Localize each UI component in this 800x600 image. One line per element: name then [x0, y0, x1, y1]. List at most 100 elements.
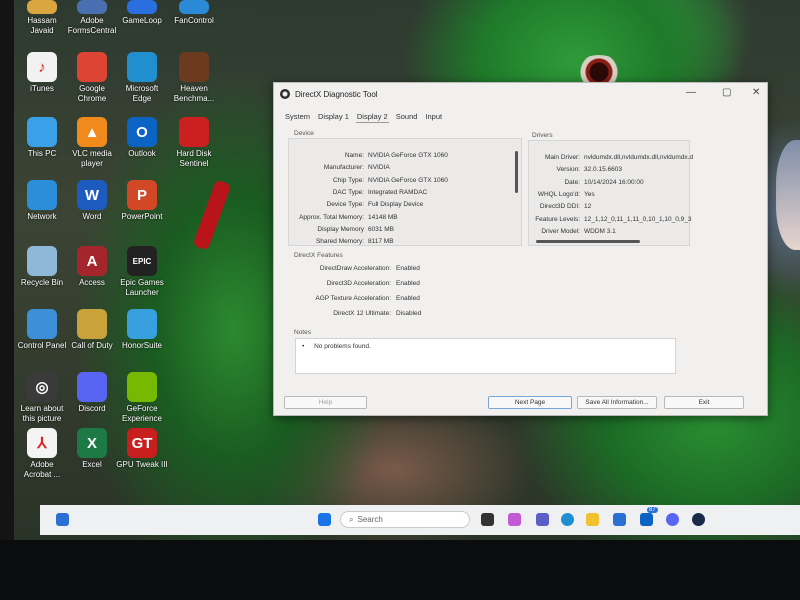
desktop-icon-word[interactable]: W Word: [66, 180, 118, 222]
desktop-icon-gpu-tweak[interactable]: GT GPU Tweak III: [116, 428, 168, 470]
driver-key: Driver Model:: [541, 227, 580, 235]
powerpoint-icon: P: [127, 180, 157, 210]
desktop-icon-excel[interactable]: X Excel: [66, 428, 118, 470]
notes-box[interactable]: • No problems found.: [295, 338, 676, 374]
desktop-icon-call-of-duty[interactable]: Call of Duty: [66, 309, 118, 351]
hard-disk-sentinel-icon: [179, 117, 209, 147]
desktop-icon-geforce-experience[interactable]: GeForce Experience: [116, 372, 168, 424]
discord-taskbar-icon[interactable]: [666, 513, 679, 526]
desktop-icon-network[interactable]: Network: [16, 180, 68, 222]
screen-bezel-bottom: [0, 540, 800, 600]
parrot-red-feather: [192, 179, 232, 251]
desktop-icon-powerpoint[interactable]: P PowerPoint: [116, 180, 168, 222]
desktop-icon-epic-games[interactable]: EPIC Epic Games Launcher: [116, 246, 168, 298]
itunes-icon: ♪: [27, 52, 57, 82]
notification-badge: 87: [647, 507, 658, 513]
desktop-icon-label: Word: [82, 212, 102, 221]
hassam-javaid-icon: [27, 0, 57, 14]
next-page-button[interactable]: Next Page: [488, 396, 572, 409]
edge-taskbar-icon[interactable]: [561, 513, 574, 526]
store-icon[interactable]: [613, 513, 626, 526]
feature-value: Enabled: [396, 265, 420, 272]
device-value: NVIDIA GeForce GTX 1060: [368, 176, 448, 184]
microsoft-edge-icon: [127, 52, 157, 82]
app-taskbar-icon[interactable]: [692, 513, 705, 526]
tab-display-1[interactable]: Display 1: [317, 111, 350, 123]
dxdiag-window: DirectX Diagnostic Tool — ▢ ✕ System Dis…: [273, 82, 768, 416]
desktop-icon-label: Microsoft Edge: [125, 84, 159, 103]
desktop-icon-adobe-acrobat[interactable]: ⅄ Adobe Acrobat ...: [16, 428, 68, 480]
device-group-label: Device: [294, 130, 314, 137]
close-icon[interactable]: ✕: [752, 87, 760, 98]
help-button[interactable]: Help: [284, 396, 367, 409]
desktop-icon-label: GeForce Experience: [121, 404, 163, 423]
driver-value: 12_1,12_0,11_1,11_0,10_1,10_0,9_3: [584, 215, 692, 223]
word-icon: W: [77, 180, 107, 210]
device-value: NVIDIA: [368, 164, 390, 172]
desktop-icon-label: Recycle Bin: [20, 278, 64, 287]
search-box[interactable]: ⌕ Search: [340, 511, 470, 528]
desktop-icon-label: This PC: [27, 149, 57, 158]
tab-sound[interactable]: Sound: [395, 111, 419, 123]
driver-value: WDDM 3.1: [584, 227, 616, 235]
desktop-icon-access[interactable]: A Access: [66, 246, 118, 288]
exit-button[interactable]: Exit: [664, 396, 744, 409]
driver-key: Date:: [564, 178, 580, 186]
feature-value: Disabled: [396, 310, 422, 317]
window-title: DirectX Diagnostic Tool: [295, 89, 378, 99]
desktop-icon-heaven-benchmark[interactable]: Heaven Benchma...: [168, 52, 220, 104]
desktop-icon-vlc[interactable]: ▲ VLC media player: [66, 117, 118, 169]
tab-system[interactable]: System: [284, 111, 311, 123]
file-explorer-icon[interactable]: [586, 513, 599, 526]
save-all-information-button[interactable]: Save All Information...: [577, 396, 657, 409]
desktop-icon-label: Outlook: [128, 149, 156, 158]
google-chrome-icon: [77, 52, 107, 82]
drivers-scrollbar[interactable]: [536, 240, 640, 243]
task-view-icon[interactable]: [481, 513, 494, 526]
recycle-bin-icon: [27, 246, 57, 276]
desktop-icon-gameloop[interactable]: GameLoop: [116, 0, 168, 26]
device-value: Integrated RAMDAC: [368, 188, 428, 196]
copilot-icon[interactable]: [508, 513, 521, 526]
desktop-icon-label: PowerPoint: [121, 212, 163, 221]
outlook-taskbar-icon[interactable]: [640, 513, 653, 526]
desktop-icon-fancontrol[interactable]: FanControl: [168, 0, 220, 26]
desktop-icon-label: HonorSuite: [121, 341, 163, 350]
device-key: Name:: [344, 152, 364, 159]
minimize-icon[interactable]: —: [686, 87, 696, 98]
desktop-icon-label: Hard Disk Sentinel: [176, 149, 212, 168]
desktop-icon-discord[interactable]: Discord: [66, 372, 118, 414]
driver-key: WHQL Logo'd:: [537, 190, 580, 198]
desktop-icon-outlook[interactable]: O Outlook: [116, 117, 168, 159]
desktop-icon-this-pc[interactable]: This PC: [16, 117, 68, 159]
teams-icon[interactable]: [536, 513, 549, 526]
geforce-experience-icon: [127, 372, 157, 402]
control-panel-icon: [27, 309, 57, 339]
device-key: Display Memory: [317, 225, 364, 233]
desktop-icon-adobe-formscentral[interactable]: Adobe FormsCentral: [66, 0, 118, 36]
title-bar[interactable]: DirectX Diagnostic Tool — ▢ ✕: [274, 83, 767, 105]
desktop-icon-honorsuite[interactable]: HonorSuite: [116, 309, 168, 351]
desktop-icon-microsoft-edge[interactable]: Microsoft Edge: [116, 52, 168, 104]
desktop-icon-google-chrome[interactable]: Google Chrome: [66, 52, 118, 104]
desktop-icon-label: VLC media player: [72, 149, 112, 168]
maximize-icon[interactable]: ▢: [722, 87, 731, 98]
feature-value: Enabled: [396, 295, 420, 302]
device-value: NVIDIA GeForce GTX 1060: [368, 152, 448, 159]
desktop-icon-recycle-bin[interactable]: Recycle Bin: [16, 246, 68, 288]
widgets-icon[interactable]: [56, 513, 69, 526]
desktop-icon-hassam-javaid[interactable]: Hassam Javaid: [16, 0, 68, 36]
tab-input[interactable]: Input: [424, 111, 443, 123]
fancontrol-icon: [179, 0, 209, 14]
driver-key: Version:: [556, 166, 581, 174]
gameloop-icon: [127, 0, 157, 14]
desktop-icon-control-panel[interactable]: Control Panel: [16, 309, 68, 351]
feature-key: Direct3D Acceleration:: [326, 280, 391, 287]
desktop-icon-itunes[interactable]: ♪ iTunes: [16, 52, 68, 94]
start-icon[interactable]: [318, 513, 331, 526]
desktop-icon-learn-about-picture[interactable]: ◎ Learn about this picture: [16, 372, 68, 424]
desktop-icon-hard-disk-sentinel[interactable]: Hard Disk Sentinel: [168, 117, 220, 169]
tab-display-2[interactable]: Display 2: [355, 111, 389, 123]
device-key: Chip Type:: [333, 176, 364, 184]
desktop-icon-label: Adobe FormsCentral: [67, 16, 117, 35]
